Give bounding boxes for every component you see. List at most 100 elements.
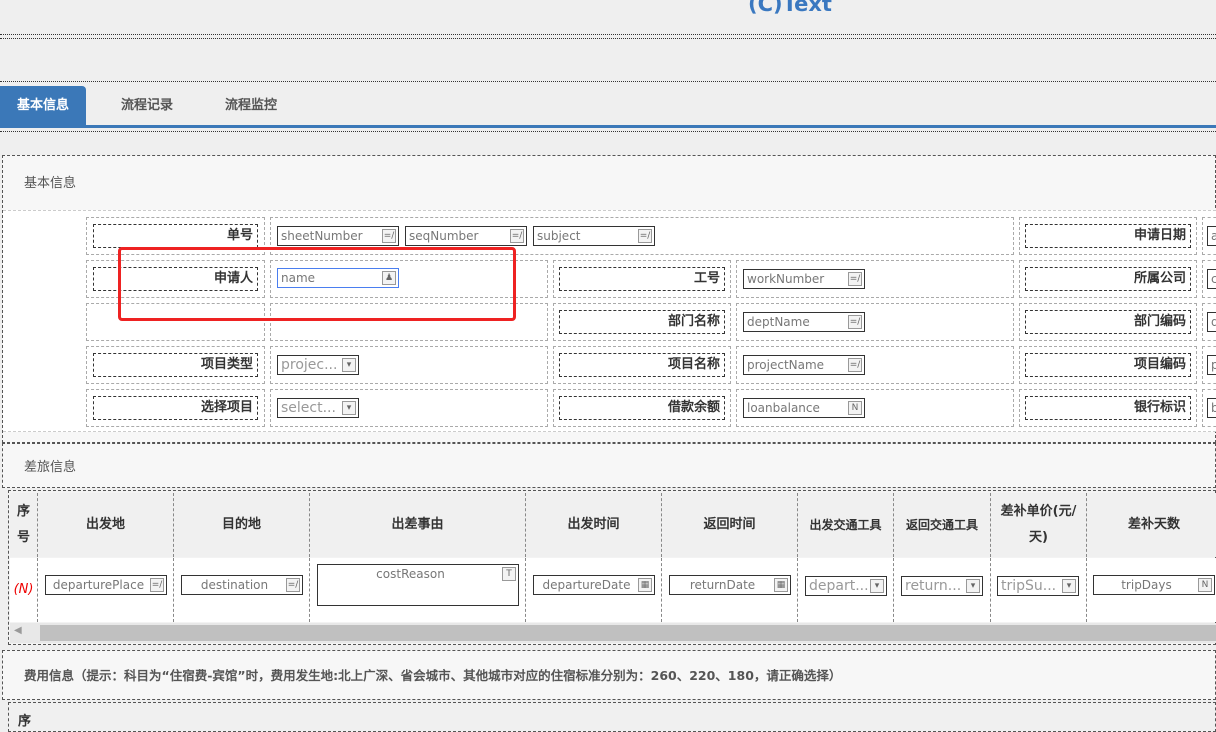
col-header-trip-subsidy: 差补单价(元/天) [991, 493, 1087, 557]
col-header-departure-transport: 出发交通工具 [798, 493, 894, 557]
calendar-icon[interactable]: ▦ [638, 578, 652, 592]
tab-basic-info[interactable]: 基本信息 [0, 86, 87, 126]
col-header-destination: 目的地 [174, 493, 310, 557]
value: sheetNumber [281, 229, 363, 243]
number-icon: N [848, 401, 862, 415]
value: destination [200, 578, 269, 592]
edit-icon: =/ [286, 578, 300, 592]
chevron-down-icon: ▾ [1062, 579, 1076, 593]
value: subject [537, 229, 581, 243]
subject-input[interactable]: subject =/ [533, 226, 655, 246]
dept-name-input[interactable]: deptName =/ [743, 312, 865, 332]
text-icon: T [502, 567, 516, 581]
tab-process-record[interactable]: 流程记录 [104, 86, 190, 126]
dept-name-label: 部门名称 [559, 310, 725, 334]
edit-icon: =/ [510, 229, 524, 243]
tab-process-monitor[interactable]: 流程监控 [208, 86, 294, 126]
company-label: 所属公司 [1025, 267, 1191, 291]
col-header-reason: 出差事由 [310, 493, 526, 557]
project-name-label: 项目名称 [559, 353, 725, 377]
bank-input[interactable]: b [1207, 398, 1216, 418]
highlight-box [118, 247, 516, 321]
dept-code-label: 部门编码 [1025, 310, 1191, 334]
calendar-icon[interactable]: ▦ [774, 578, 788, 592]
section-title: 基本信息 [24, 176, 77, 191]
scrollbar-thumb[interactable] [40, 625, 1216, 641]
chevron-down-icon: ▾ [342, 358, 356, 372]
project-type-select[interactable]: projec... ▾ [277, 355, 359, 375]
edit-icon: =/ [848, 358, 862, 372]
col-header-departure-place: 出发地 [38, 493, 174, 557]
work-number-input[interactable]: workNumber =/ [743, 269, 865, 289]
departure-place-input[interactable]: departurePlace =/ [45, 575, 167, 595]
seq-number-input[interactable]: seqNumber =/ [405, 226, 527, 246]
tab-underline [0, 125, 1216, 128]
value: depart... [809, 578, 869, 594]
apply-date-input[interactable]: a [1207, 226, 1216, 246]
edit-icon: =/ [382, 229, 396, 243]
destination-input[interactable]: destination =/ [181, 575, 303, 595]
travel-section-header [2, 443, 1216, 488]
sheet-number-input[interactable]: sheetNumber =/ [277, 226, 399, 246]
value: deptName [747, 315, 810, 329]
divider [0, 38, 1216, 39]
col-header-index: 序 [18, 714, 32, 729]
project-type-label: 项目类型 [93, 353, 258, 377]
value: tripSu... [1001, 578, 1057, 594]
value: returnDate [689, 578, 756, 592]
departure-date-input[interactable]: departureDate ▦ [533, 575, 655, 595]
cost-reason-textarea[interactable]: costReason T [317, 564, 519, 606]
value: departurePlace [52, 578, 145, 592]
select-project-select[interactable]: select... ▾ [277, 398, 359, 418]
edit-icon: =/ [150, 578, 164, 592]
section-title: 费用信息（提示：科目为“住宿费-宾馆”时，费用发生地:北上广深、省会城市、其他城… [24, 668, 842, 683]
value: projectName [747, 358, 825, 372]
value: loanbalance [747, 401, 820, 415]
col-header-departure-date: 出发时间 [526, 493, 662, 557]
bank-label: 银行标识 [1025, 396, 1191, 420]
col-header-trip-days: 差补天数 [1087, 493, 1216, 557]
loan-balance-input[interactable]: loanbalance N [743, 398, 865, 418]
project-code-input[interactable]: p [1207, 355, 1216, 375]
value: projec... [281, 357, 338, 373]
value: costReason [376, 567, 445, 581]
company-input[interactable]: c [1207, 269, 1216, 289]
value: tripDays [1121, 578, 1172, 592]
loan-balance-label: 借款余额 [559, 396, 725, 420]
divider [0, 34, 1216, 35]
divider [0, 131, 1216, 132]
return-transport-select[interactable]: return... ▾ [901, 576, 983, 596]
section-title: 差旅信息 [24, 460, 77, 475]
col-header-return-date: 返回时间 [662, 493, 798, 557]
chevron-down-icon: ▾ [966, 579, 980, 593]
chevron-down-icon: ▾ [342, 401, 356, 415]
col-header-index: 序号 [10, 493, 38, 557]
page-title: (C)Text [748, 0, 832, 16]
work-number-label: 工号 [559, 267, 725, 291]
sheet-number-label: 单号 [93, 224, 258, 248]
horizontal-scrollbar[interactable]: ◀ [10, 623, 1216, 643]
dept-code-input[interactable]: d [1207, 312, 1216, 332]
value: return... [905, 578, 962, 594]
divider [0, 81, 1216, 82]
value: departureDate [542, 578, 631, 592]
return-date-input[interactable]: returnDate ▦ [669, 575, 791, 595]
expense-table [8, 702, 1216, 732]
project-name-input[interactable]: projectName =/ [743, 355, 865, 375]
value: seqNumber [409, 229, 479, 243]
row-index: (N) [10, 558, 38, 622]
value: workNumber [747, 272, 825, 286]
number-icon: N [1198, 578, 1212, 592]
value: select... [281, 400, 336, 416]
departure-transport-select[interactable]: depart... ▾ [805, 576, 887, 596]
chevron-down-icon: ▾ [870, 579, 884, 593]
col-header-return-transport: 返回交通工具 [894, 493, 991, 557]
trip-subsidy-select[interactable]: tripSu... ▾ [997, 576, 1079, 596]
apply-date-label: 申请日期 [1025, 224, 1191, 248]
edit-icon: =/ [848, 315, 862, 329]
project-code-label: 项目编码 [1025, 353, 1191, 377]
edit-icon: =/ [848, 272, 862, 286]
scroll-left-icon[interactable]: ◀ [14, 625, 22, 636]
select-project-label: 选择项目 [93, 396, 258, 420]
trip-days-input[interactable]: tripDays N [1093, 575, 1215, 595]
